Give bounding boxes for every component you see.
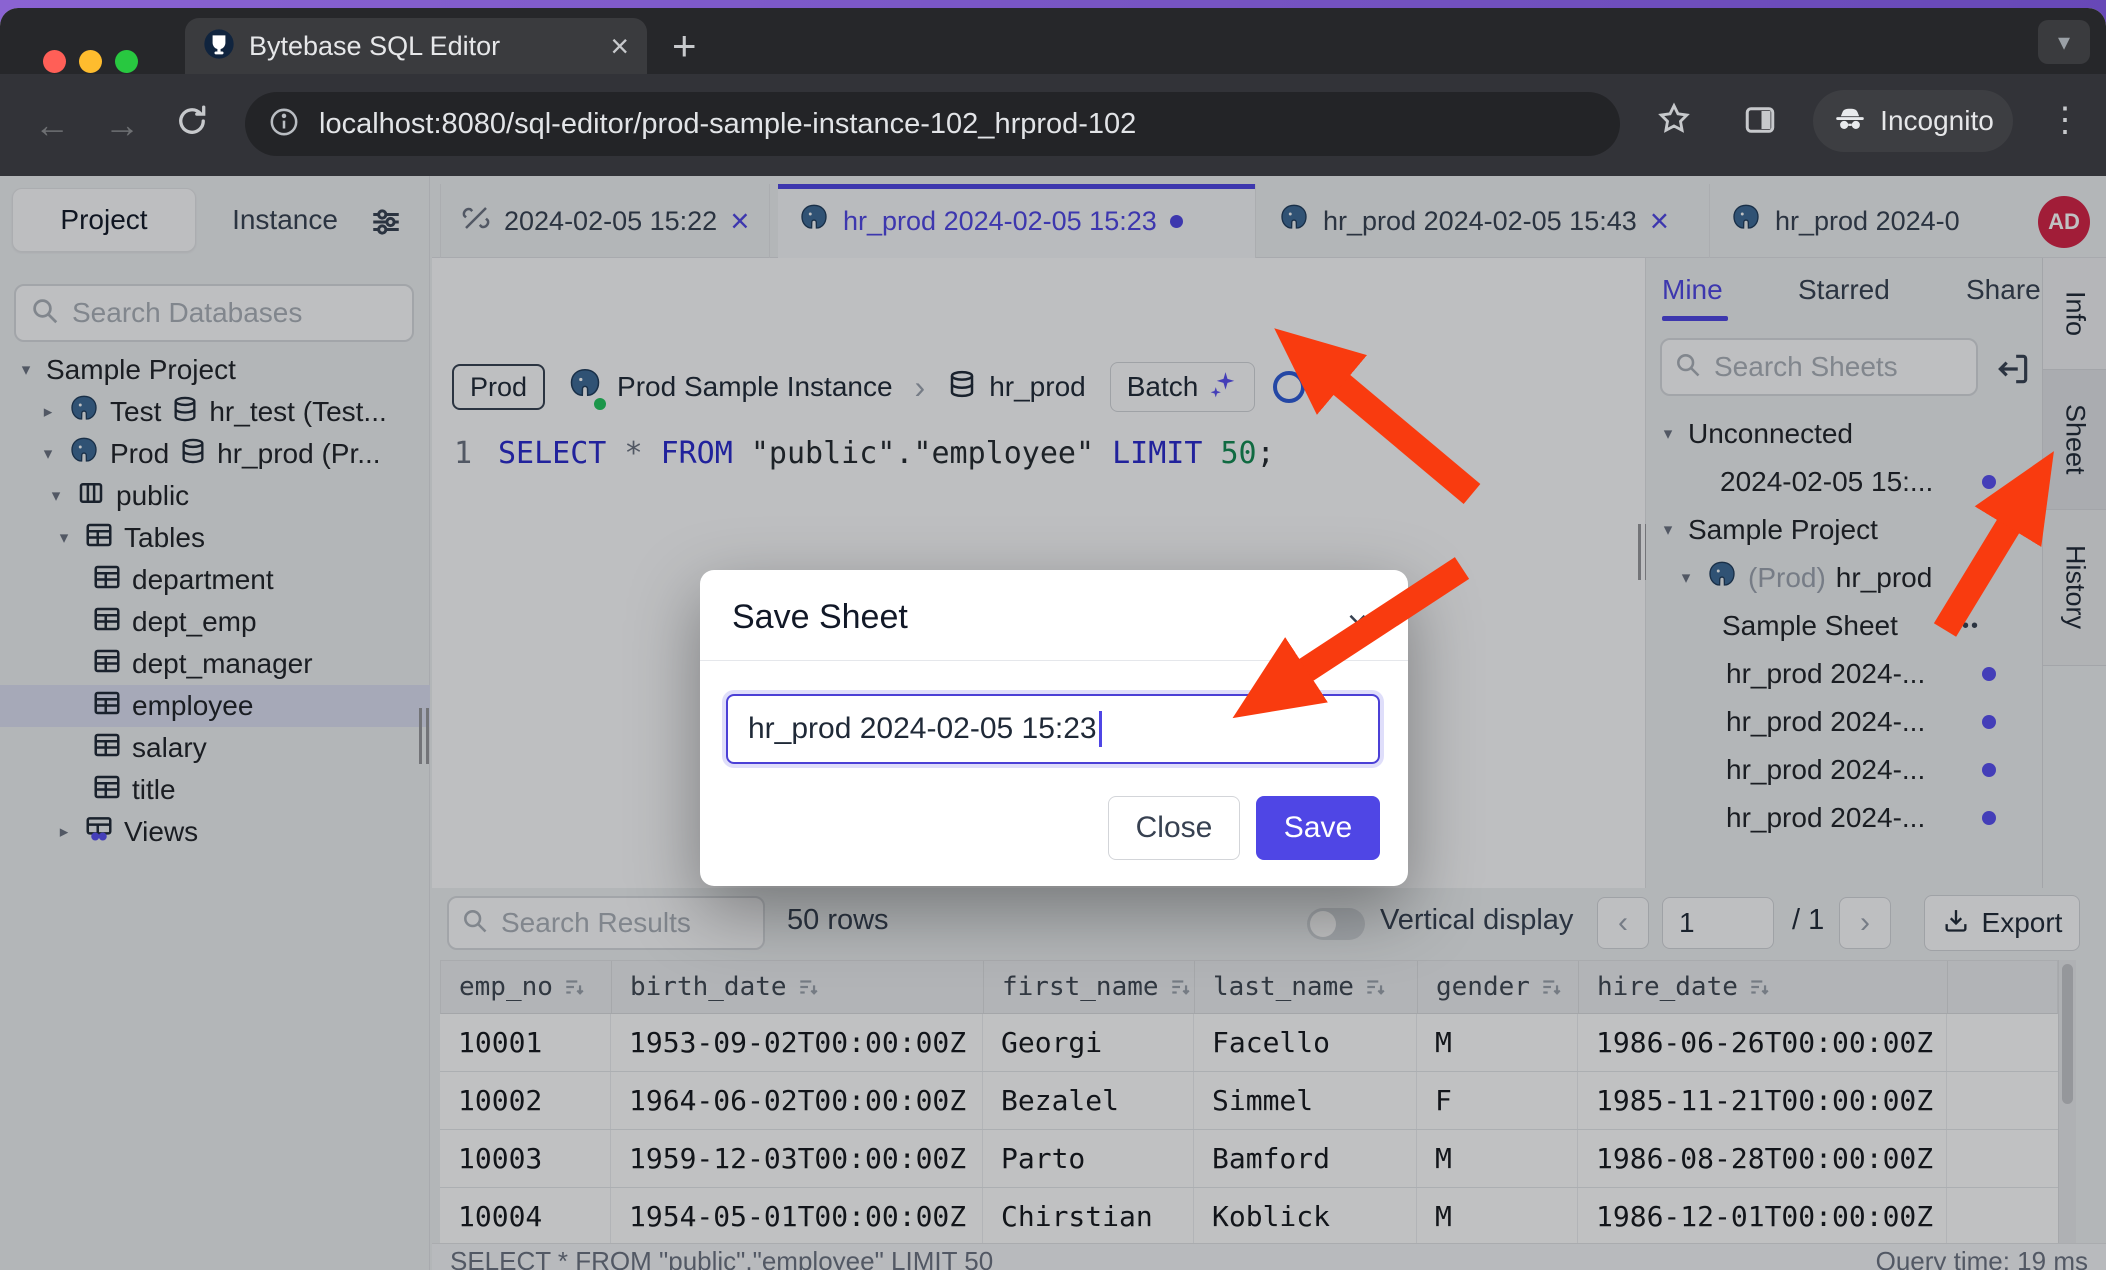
dialog-title: Save Sheet (732, 598, 908, 637)
dialog-divider (700, 660, 1408, 661)
forward-icon[interactable]: → (104, 104, 140, 146)
incognito-spy-icon (1832, 100, 1868, 143)
screen: Bytebase SQL Editor × + ▾ ← → localhost:… (0, 0, 2106, 1270)
save-confirm-button[interactable]: Save (1256, 796, 1380, 860)
text-caret (1099, 711, 1102, 747)
window-minimize-button[interactable] (79, 50, 102, 73)
bookmark-star-icon[interactable] (1655, 100, 1693, 143)
browser-menu-icon[interactable]: ⋮ (2048, 100, 2082, 140)
site-info-icon[interactable] (267, 105, 301, 144)
window-close-button[interactable] (43, 50, 66, 73)
back-icon[interactable]: ← (34, 104, 70, 146)
incognito-label: Incognito (1880, 105, 1994, 137)
window-zoom-button[interactable] (115, 50, 138, 73)
browser-tab-strip: Bytebase SQL Editor × + ▾ (0, 8, 2106, 74)
browser-tab-title: Bytebase SQL Editor (249, 31, 596, 62)
tab-search-button[interactable]: ▾ (2038, 20, 2090, 64)
url-text: localhost:8080/sql-editor/prod-sample-in… (319, 108, 1136, 141)
reload-icon[interactable] (174, 103, 210, 148)
browser-window: Bytebase SQL Editor × + ▾ ← → localhost:… (0, 8, 2106, 1270)
url-bar[interactable]: localhost:8080/sql-editor/prod-sample-in… (245, 92, 1620, 156)
new-tab-button[interactable]: + (672, 22, 697, 70)
browser-tab[interactable]: Bytebase SQL Editor × (185, 18, 647, 74)
sheet-name-input[interactable]: hr_prod 2024-02-05 15:23 (726, 694, 1380, 764)
save-sheet-dialog: Save Sheet × hr_prod 2024-02-05 15:23 Cl… (700, 570, 1408, 886)
close-icon[interactable]: × (1347, 602, 1368, 644)
bytebase-favicon (203, 28, 235, 65)
close-button[interactable]: Close (1108, 796, 1240, 860)
side-panel-icon[interactable] (1742, 102, 1778, 143)
browser-tab-close-icon[interactable]: × (610, 28, 629, 65)
incognito-badge: Incognito (1813, 90, 2013, 152)
